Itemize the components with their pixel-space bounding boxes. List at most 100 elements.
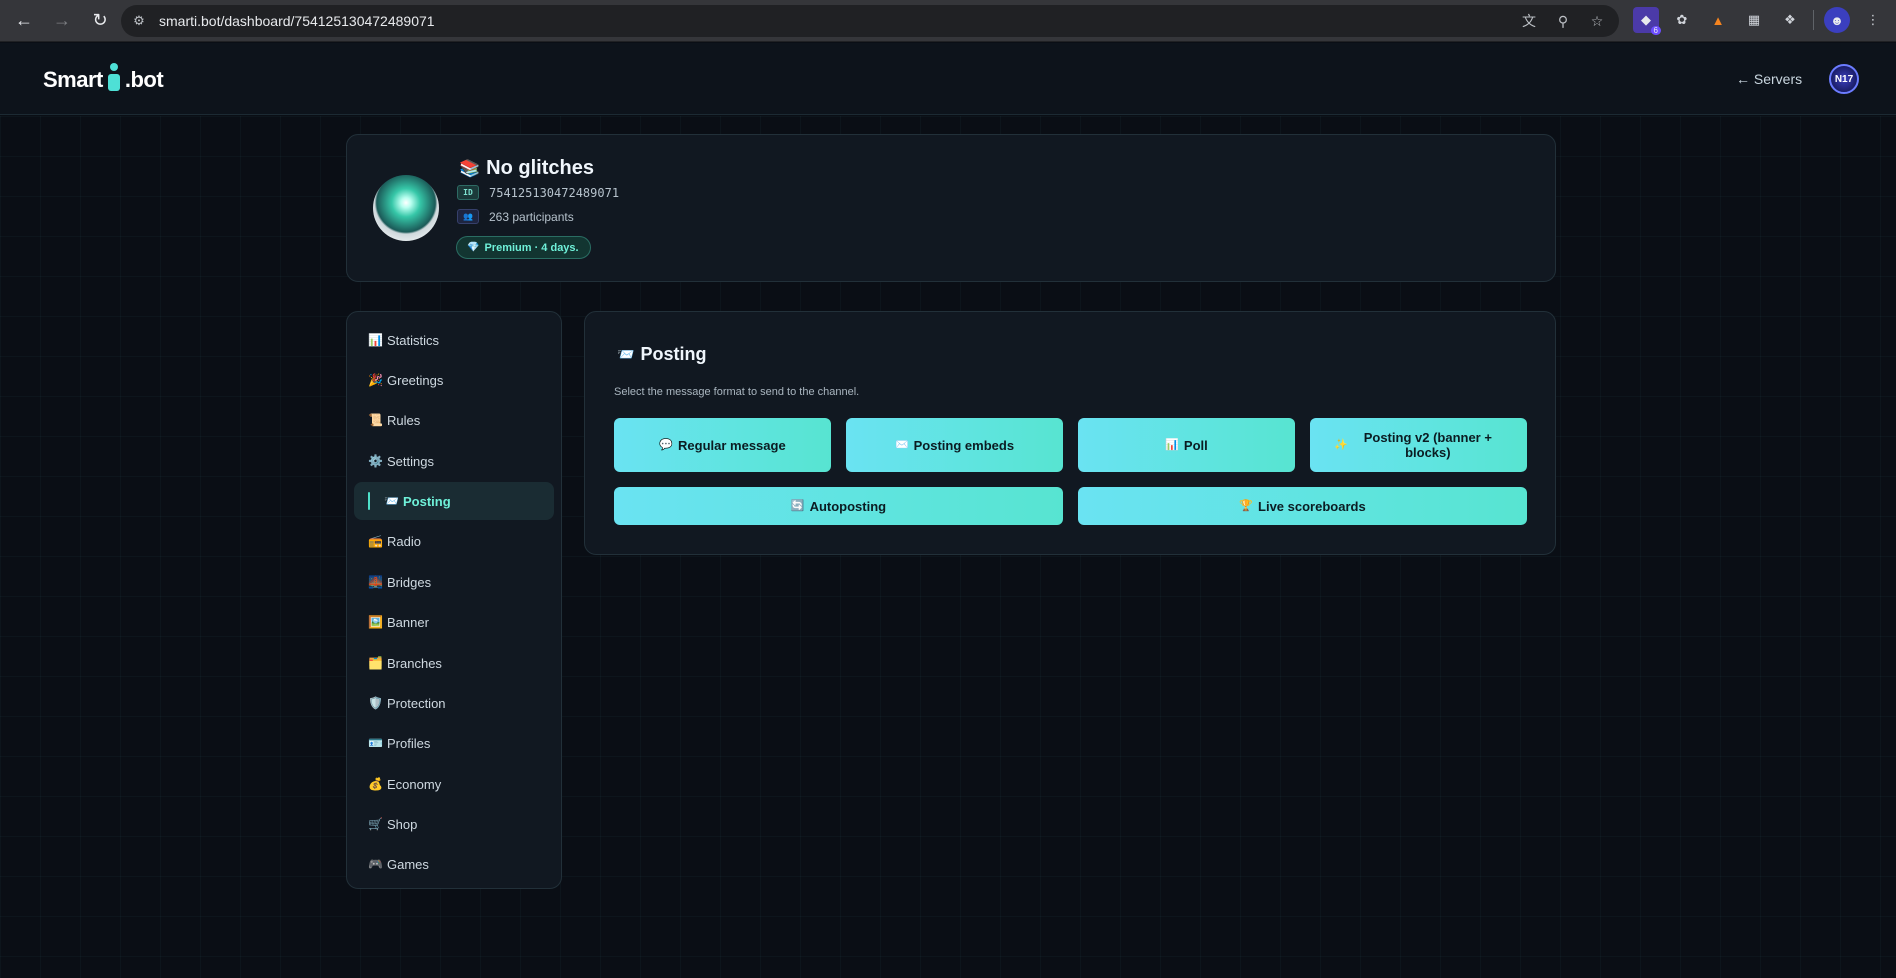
- extensions-bar: ◆ 6 ✿ ▲ ▦ ❖ ☻ ⋮: [1633, 7, 1886, 35]
- server-title: 📚 No glitches: [459, 157, 594, 180]
- button-label: Autoposting: [809, 498, 887, 514]
- sidebar-item-label: Bridges: [387, 574, 432, 590]
- user-avatar[interactable]: N17: [1829, 64, 1859, 94]
- sidebar-item-label: Statistics: [387, 332, 440, 348]
- sidebar-item-greetings[interactable]: 🎉 Greetings: [354, 361, 554, 399]
- id-tag: ID: [457, 185, 479, 200]
- sidebar-item-label: Protection: [387, 695, 446, 711]
- extension-badge-icon[interactable]: ◆ 6: [1633, 7, 1661, 35]
- scroll-icon: 📜: [368, 413, 383, 427]
- profile-avatar-icon[interactable]: ☻: [1824, 7, 1850, 33]
- regular-message-button[interactable]: 💬 Regular message: [614, 418, 831, 472]
- sidebar-item-radio[interactable]: 📻 Radio: [354, 522, 554, 560]
- browser-menu-icon[interactable]: ⋮: [1860, 7, 1886, 33]
- button-label: Live scoreboards: [1258, 498, 1366, 514]
- sidebar-item-protection[interactable]: 🛡️ Protection: [354, 684, 554, 722]
- radio-icon: 📻: [368, 534, 383, 548]
- posting-embeds-button[interactable]: ✉️ Posting embeds: [846, 418, 1063, 472]
- sidebar-item-settings[interactable]: ⚙️ Settings: [354, 442, 554, 480]
- server-id: 754125130472489071: [489, 185, 620, 200]
- sidebar-item-label: Settings: [387, 453, 434, 469]
- sidebar-item-label: Banner: [387, 614, 429, 630]
- button-label: Posting embeds: [913, 437, 1015, 453]
- poll-button[interactable]: 📊 Poll: [1078, 418, 1295, 472]
- site-header: Smart .bot ← Servers N17: [0, 43, 1896, 115]
- sidebar-item-statistics[interactable]: 📊 Statistics: [354, 321, 554, 359]
- posting-v2-button[interactable]: ✨ Posting v2 (banner + blocks): [1310, 418, 1527, 472]
- refresh-icon: 🔄: [790, 499, 805, 512]
- sidebar-item-branches[interactable]: 🗂️ Branches: [354, 644, 554, 682]
- reload-icon[interactable]: ↻: [82, 3, 118, 39]
- sidebar-item-label: Posting: [403, 493, 451, 509]
- party-icon: 🎉: [368, 373, 383, 387]
- premium-badge: 💎 Premium · 4 days.: [456, 236, 591, 259]
- extension-fox-icon[interactable]: ▲: [1705, 7, 1731, 33]
- participants-count: 263 participants: [489, 209, 574, 224]
- sidebar-item-label: Radio: [387, 533, 421, 549]
- bridge-icon: 🌉: [368, 575, 383, 589]
- envelope-icon: 📨: [384, 494, 399, 508]
- sidebar-item-label: Economy: [387, 776, 442, 792]
- sidebar-item-label: Profiles: [387, 735, 431, 751]
- dashboard-sidebar: 📊 Statistics 🎉 Greetings 📜 Rules ⚙️ Settings…: [346, 311, 562, 889]
- sidebar-item-banner[interactable]: 🖼️ Banner: [354, 603, 554, 641]
- sidebar-item-rules[interactable]: 📜 Rules: [354, 401, 554, 439]
- envelope-icon: 📨: [617, 346, 635, 362]
- panel-title: 📨 Posting: [617, 344, 706, 365]
- autoposting-button[interactable]: 🔄 Autoposting: [614, 487, 1063, 525]
- server-avatar: [373, 175, 439, 241]
- picture-icon: 🖼️: [368, 615, 383, 629]
- forward-arrow-icon[interactable]: →: [44, 3, 80, 39]
- sidebar-item-bridges[interactable]: 🌉 Bridges: [354, 563, 554, 601]
- envelope-icon: ✉️: [894, 438, 909, 451]
- books-icon: 📚: [459, 158, 481, 178]
- shield-icon: 🛡️: [368, 696, 383, 710]
- sidebar-item-shop[interactable]: 🛒 Shop: [354, 805, 554, 843]
- server-name: No glitches: [486, 157, 594, 179]
- server-id-row: ID 754125130472489071: [457, 185, 619, 200]
- logo-text-left: Smart: [43, 67, 103, 92]
- speech-bubble-icon: 💬: [659, 438, 674, 451]
- button-label: Posting v2 (banner + blocks): [1363, 430, 1492, 460]
- zoom-icon[interactable]: ⚲: [1551, 9, 1575, 33]
- toolbar-divider: [1813, 10, 1814, 30]
- participants-row: 👥 263 participants: [457, 209, 574, 224]
- cart-icon: 🛒: [368, 817, 383, 831]
- button-label: Regular message: [678, 437, 786, 453]
- panel-description: Select the message format to send to the…: [614, 386, 860, 398]
- posting-panel: 📨 Posting Select the message format to s…: [584, 311, 1556, 555]
- folder-icon: 🗂️: [368, 656, 383, 670]
- site-info-icon[interactable]: ⚙: [125, 7, 153, 35]
- panel-title-text: Posting: [640, 344, 707, 364]
- live-scoreboards-button[interactable]: 🏆 Live scoreboards: [1078, 487, 1527, 525]
- back-arrow-icon[interactable]: ←: [6, 3, 42, 39]
- sidebar-item-label: Shop: [387, 816, 418, 832]
- premium-label: Premium · 4 days.: [484, 241, 579, 254]
- extension-window-icon[interactable]: ▦: [1741, 7, 1767, 33]
- sidebar-item-posting[interactable]: 📨 Posting: [354, 482, 554, 520]
- address-bar[interactable]: ⚙ smarti.bot/dashboard/75412513047248907…: [121, 5, 1619, 37]
- url-text[interactable]: smarti.bot/dashboard/754125130472489071: [159, 13, 435, 29]
- chart-icon: 📊: [368, 333, 383, 347]
- sidebar-item-games[interactable]: 🎮 Games: [354, 845, 554, 883]
- extension-rocket-icon[interactable]: ✿: [1669, 7, 1695, 33]
- sidebar-item-label: Branches: [387, 655, 442, 671]
- participants-icon: 👥: [457, 209, 479, 224]
- sidebar-item-economy[interactable]: 💰 Economy: [354, 765, 554, 803]
- translate-icon[interactable]: 文: [1517, 9, 1541, 33]
- button-label: Poll: [1183, 437, 1208, 453]
- smarti-logo[interactable]: Smart .bot: [43, 63, 164, 93]
- gear-icon: ⚙️: [368, 454, 383, 468]
- sidebar-item-profiles[interactable]: 🪪 Profiles: [354, 724, 554, 762]
- browser-toolbar: ← → ↻ ⚙ smarti.bot/dashboard/75412513047…: [0, 0, 1896, 42]
- extensions-puzzle-icon[interactable]: ❖: [1777, 7, 1803, 33]
- money-bag-icon: 💰: [368, 777, 383, 791]
- bookmark-star-icon[interactable]: ☆: [1585, 9, 1609, 33]
- sidebar-item-label: Rules: [387, 412, 421, 428]
- trophy-icon: 🏆: [1239, 499, 1254, 512]
- logo-text-right: .bot: [124, 67, 164, 92]
- sidebar-item-label: Games: [387, 856, 429, 872]
- id-card-icon: 🪪: [368, 736, 383, 750]
- sparkles-icon: ✨: [1334, 438, 1348, 451]
- servers-back-link[interactable]: ← Servers: [1736, 71, 1802, 87]
